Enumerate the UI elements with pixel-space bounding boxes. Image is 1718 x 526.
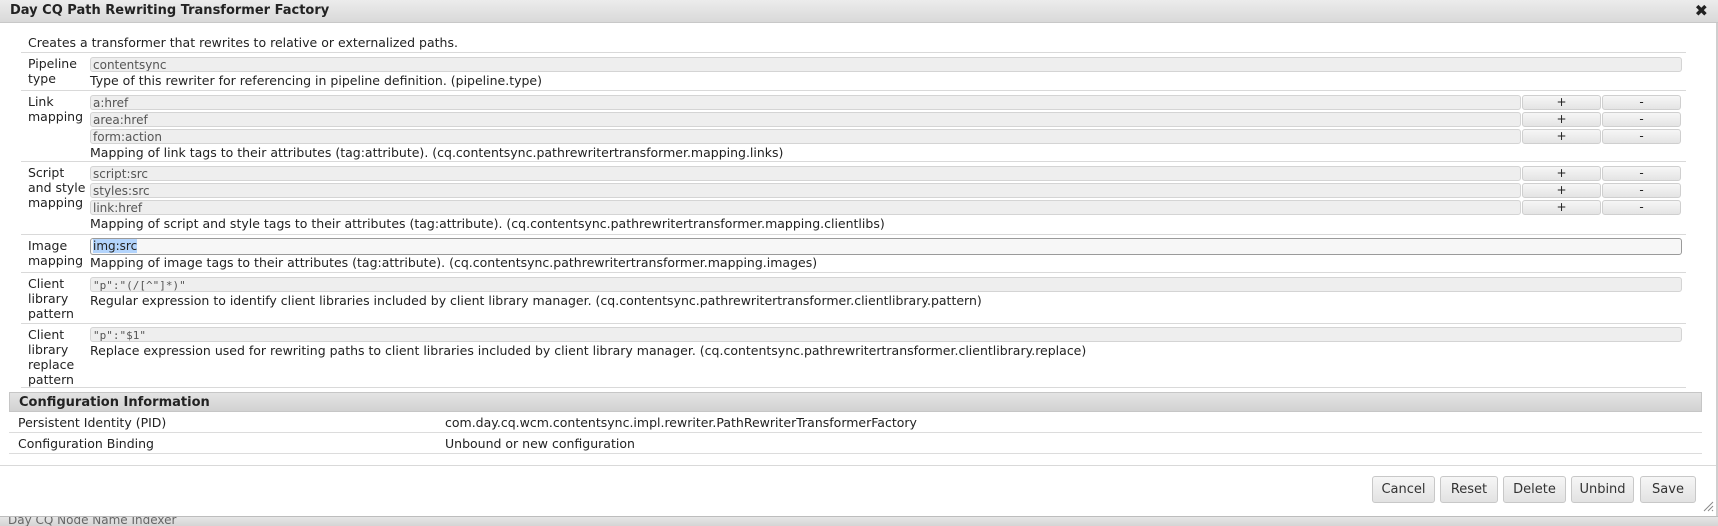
script-style-mapping-input[interactable]: link:href xyxy=(90,200,1521,215)
delete-button[interactable]: Delete xyxy=(1503,476,1566,503)
unbind-button[interactable]: Unbind xyxy=(1571,476,1634,503)
property-help: Mapping of image tags to their attribute… xyxy=(90,255,818,270)
property-label: Pipeline type xyxy=(28,56,77,86)
property-help: Mapping of link tags to their attributes… xyxy=(90,145,784,160)
dialog-description: Creates a transformer that rewrites to r… xyxy=(28,35,458,50)
add-value-button[interactable]: + xyxy=(1522,112,1601,127)
property-row-client-library-replace: Client library replace pattern "p":"$1" … xyxy=(21,323,1686,388)
remove-value-button[interactable]: - xyxy=(1602,200,1681,215)
client-library-replace-input[interactable]: "p":"$1" xyxy=(90,327,1682,342)
image-mapping-input[interactable]: img:src xyxy=(90,238,1682,255)
save-button[interactable]: Save xyxy=(1640,476,1696,503)
property-row-script-style-mapping: Script and style mapping script:src + - … xyxy=(21,161,1686,234)
property-label: Client library pattern xyxy=(28,276,74,321)
property-label: Script and style mapping xyxy=(28,165,86,210)
config-info-heading: Configuration Information xyxy=(19,395,210,410)
property-row-link-mapping: Link mapping a:href + - area:href + - fo… xyxy=(21,90,1686,161)
link-mapping-input[interactable]: area:href xyxy=(90,112,1521,127)
link-mapping-input[interactable]: form:action xyxy=(90,129,1521,144)
info-value: com.day.cq.wcm.contentsync.impl.rewriter… xyxy=(445,415,917,430)
config-info-header: Configuration Information xyxy=(9,392,1702,412)
info-key: Configuration Binding xyxy=(18,436,154,451)
property-help: Type of this rewriter for referencing in… xyxy=(90,73,543,88)
info-value: Unbound or new configuration xyxy=(445,436,635,451)
property-help: Mapping of script and style tags to thei… xyxy=(90,216,885,231)
remove-value-button[interactable]: - xyxy=(1602,166,1681,181)
resize-grip-icon[interactable] xyxy=(1702,500,1714,512)
dialog-titlebar[interactable]: Day CQ Path Rewriting Transformer Factor… xyxy=(0,0,1718,23)
client-library-pattern-input[interactable]: "p":"(/[^"]*)" xyxy=(90,277,1682,292)
config-info-row-pid: Persistent Identity (PID) com.day.cq.wcm… xyxy=(9,413,1702,433)
remove-value-button[interactable]: - xyxy=(1602,95,1681,110)
add-value-button[interactable]: + xyxy=(1522,183,1601,198)
close-icon[interactable]: ✖ xyxy=(1695,1,1708,20)
property-label: Image mapping xyxy=(28,238,84,268)
property-row-image-mapping: Image mapping img:src Mapping of image t… xyxy=(21,234,1686,272)
reset-button[interactable]: Reset xyxy=(1440,476,1498,503)
footer-divider xyxy=(0,465,1718,466)
add-value-button[interactable]: + xyxy=(1522,95,1601,110)
add-value-button[interactable]: + xyxy=(1522,166,1601,181)
add-value-button[interactable]: + xyxy=(1522,129,1601,144)
property-label: Link mapping xyxy=(28,94,84,124)
remove-value-button[interactable]: - xyxy=(1602,112,1681,127)
property-row-client-library-pattern: Client library pattern "p":"(/[^"]*)" Re… xyxy=(21,272,1686,323)
property-help: Replace expression used for rewriting pa… xyxy=(90,343,1087,358)
dialog-title: Day CQ Path Rewriting Transformer Factor… xyxy=(10,3,330,18)
property-help: Regular expression to identify client li… xyxy=(90,293,982,308)
remove-value-button[interactable]: - xyxy=(1602,129,1681,144)
selected-text: img:src xyxy=(93,239,138,253)
property-label: Client library replace pattern xyxy=(28,327,75,387)
cancel-button[interactable]: Cancel xyxy=(1372,476,1435,503)
script-style-mapping-input[interactable]: script:src xyxy=(90,166,1521,181)
remove-value-button[interactable]: - xyxy=(1602,183,1681,198)
pipeline-type-input[interactable]: contentsync xyxy=(90,57,1682,72)
property-row-pipeline-type: Pipeline type contentsync Type of this r… xyxy=(21,52,1686,90)
info-key: Persistent Identity (PID) xyxy=(18,415,167,430)
script-style-mapping-input[interactable]: styles:src xyxy=(90,183,1521,198)
config-info-row-binding: Configuration Binding Unbound or new con… xyxy=(9,434,1702,454)
link-mapping-input[interactable]: a:href xyxy=(90,95,1521,110)
add-value-button[interactable]: + xyxy=(1522,200,1601,215)
